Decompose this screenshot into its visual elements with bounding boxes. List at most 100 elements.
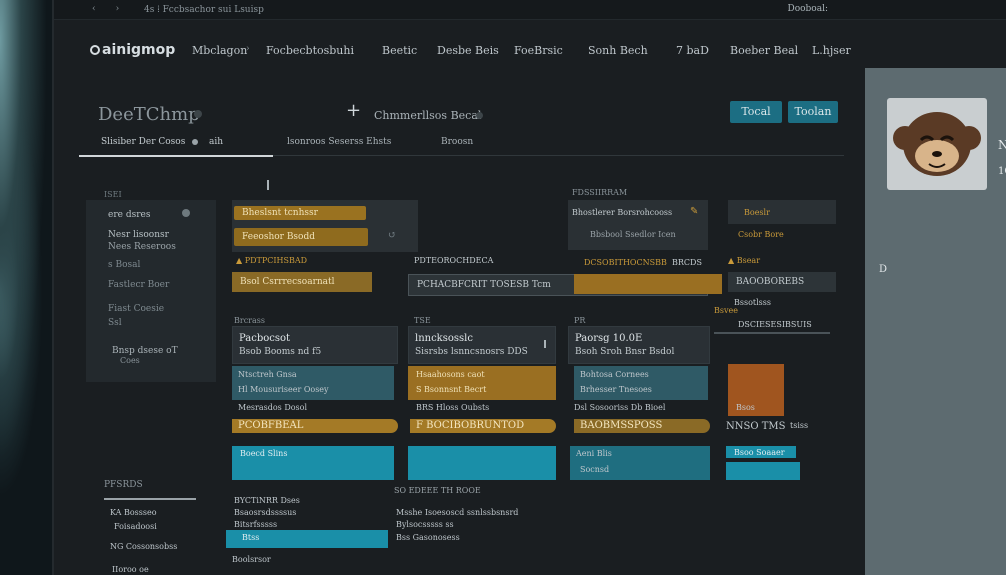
profile-sub: 1G [998,166,1006,177]
col2-block-line: BRS Hloss Oubsts [416,403,490,412]
subtab-row: Slisiber Der Cosos aih lsonroos Seserss … [79,130,844,157]
col1-block-line: Ntsctreh Gnsa [238,370,297,379]
bottom-list-item[interactable]: Msshe Isoesoscd ssnlssbsnsrd [396,508,518,517]
col3-section: PR [574,316,586,325]
bottom-left-item[interactable]: NG Cossonsobss [110,542,177,551]
bottom-list-item[interactable]: Bylsocsssss ss [396,520,454,529]
sidebar-item[interactable]: Ssl [108,318,122,328]
col3-teal-line: Socnsd [580,465,610,474]
col4-bar[interactable]: NNSO TMS [726,421,786,432]
logo[interactable]: ainigmop [90,42,175,58]
bottom-mid-item[interactable]: Bsaosrsdssssus [234,508,296,517]
add-icon[interactable]: + [346,100,361,121]
nav-item-0[interactable]: Mbclagon [192,44,247,57]
tab-0[interactable]: Slisiber Der Cosos [101,137,185,147]
bottom-mid-item[interactable]: BYCTiNRR Dses [234,496,300,505]
col4-label2: Bsvee [714,306,738,315]
col1-teal-label: Boecd Slins [240,449,288,458]
nav-separator: › [246,44,250,54]
profile-panel: N 1G D [865,68,1006,575]
col1-section: Brcrass [234,316,265,325]
bottom-mid-item[interactable]: Bitsrfsssss [234,520,277,529]
col1-card[interactable]: Pacbocsot Bsob Booms nd f5 [232,326,398,364]
sidebar-item[interactable]: Fiast Coesie [108,304,164,314]
secondary-button[interactable]: Toolan [788,101,838,123]
back-icon[interactable]: ‹ [92,4,116,14]
card-title: lnncksosslc [415,333,473,344]
nav-item-6[interactable]: 7 baD [676,44,709,57]
bottom-mid-item[interactable]: Btss [242,533,259,542]
col1-pill[interactable]: Bheslsnt tcnhssr [234,206,366,220]
nav-item-5[interactable]: Sonh Bech [588,44,648,57]
bottom-mid-footer: Boolsrsor [232,555,271,564]
card-title: Pacbocsot [239,333,291,344]
nav-arrows[interactable]: ‹› [92,4,139,14]
card-subtitle: Bsoh Sroh Bnsr Bsdol [575,347,675,357]
sidebar-item[interactable]: Fastlecr Boer [108,280,169,290]
sidebar-item[interactable]: Nesr lisoonsr [108,230,169,240]
tab-3[interactable]: Broosn [441,137,473,147]
col1-dark-pill[interactable]: Bsol Csrrrecsoarnatl [232,272,372,292]
sidebar-item[interactable]: s Bosal [108,260,140,270]
tab-2[interactable]: lsonroos Seserss Ehsts [287,137,391,147]
bottom-left-header: PFSRDS [104,480,143,490]
address-bar[interactable]: 4s ⁞ Fccbsachor sui Lsuisp [144,4,264,15]
col2-card[interactable]: lnncksosslc Sisrsbs lsnncsnosrs DDS [408,326,556,364]
col3-block-line: Bohtosa Cornees [580,370,649,379]
sidebar-item[interactable]: ere dsres [108,210,150,220]
col4-row[interactable]: Bssotlsss [734,298,771,307]
nav-item-7[interactable]: Boeber Beal [730,44,798,57]
sidebar-caption: ISEI [104,190,122,199]
primary-button[interactable]: Tocal [730,101,782,123]
sidebar-item[interactable]: Nees Reseroos [108,242,176,252]
col3-pill[interactable]: Bhostlerer Borsrohcooss [572,208,672,217]
col2-block-line: S Bsonnsnt Becrt [416,385,487,394]
col3-pill[interactable]: Bbsbool Ssedlor Icen [590,230,676,239]
col4-row[interactable]: DSCIESESIBSUIS [738,320,812,329]
nav-item-2[interactable]: Beetic [382,44,417,57]
status-dot-icon [194,110,202,118]
nav-item-8[interactable]: L.hjser [812,44,851,57]
forward-icon[interactable]: › [116,4,140,14]
col3-amber-bar[interactable] [574,274,722,294]
col3-right-label: BRCDS [672,258,702,267]
edit-icon[interactable]: ↺ [388,230,396,241]
avatar[interactable] [887,98,987,190]
tab-1[interactable]: aih [209,137,223,147]
col4-row[interactable]: BAOOBOREBS [728,272,836,292]
col4-pill[interactable]: Csobr Bore [738,230,784,239]
col3-block-line: Dsl Sosooriss Db Bioel [574,403,666,412]
nav-item-3[interactable]: Desbe Beis [437,44,499,57]
bottom-left-item[interactable]: KA Bossseo [110,508,157,517]
col2-teal-block[interactable] [408,446,556,480]
bottom-left-item[interactable]: IIoroo oe [112,565,149,574]
col4-teal-block[interactable] [726,462,800,480]
cursor-marker [267,180,269,190]
col1-pill[interactable]: Feeoshor Bsodd [234,228,368,246]
nav-item-4[interactable]: FoeBrsic [514,44,563,57]
col2-bar[interactable]: F BOCIBOBRUNTOD [410,419,556,433]
nav-item-1[interactable]: Focbecbtosbuhi [266,44,354,57]
col1-bar[interactable]: PCOBFBEAL [232,419,398,433]
col2-section: TSE [414,316,431,325]
sidebar-footer-sub: Coes [120,356,140,365]
card-subtitle: Sisrsbs lsnncsnosrs DDS [415,347,528,357]
active-tab-underline [79,155,273,157]
col3-card[interactable]: Paorsg 10.0E Bsoh Sroh Bnsr Bsdol [568,326,710,364]
sidebar-footer: Bnsp dsese oT [112,346,178,356]
col3-bar[interactable]: BAOBMSSPOSS [574,419,710,433]
col1-block-line: Mesrasdos Dosol [238,403,308,412]
card-title: Paorsg 10.0E [575,333,643,344]
bottom-left-item[interactable]: Foisadoosi [114,522,157,531]
info-dot-icon [476,112,483,119]
divider [104,498,196,500]
browser-topbar: ‹› 4s ⁞ Fccbsachor sui Lsuisp Dooboal: [54,0,1006,20]
bottom-list-item[interactable]: Bss Gasonosess [396,533,460,542]
col1-label: ▲ PDTPCIHSBAD [236,256,308,265]
col4-pill[interactable]: Boeslr [744,208,770,217]
center-label: Chmmerllsos Becal [374,109,482,122]
edit-icon[interactable]: ✎ [690,206,698,217]
col4-label: ▲ Bsear [728,256,761,265]
bottom-left-list: PFSRDS [104,480,234,500]
app-header: ainigmop Mbclagon › Focbecbtosbuhi Beeti… [84,36,864,66]
